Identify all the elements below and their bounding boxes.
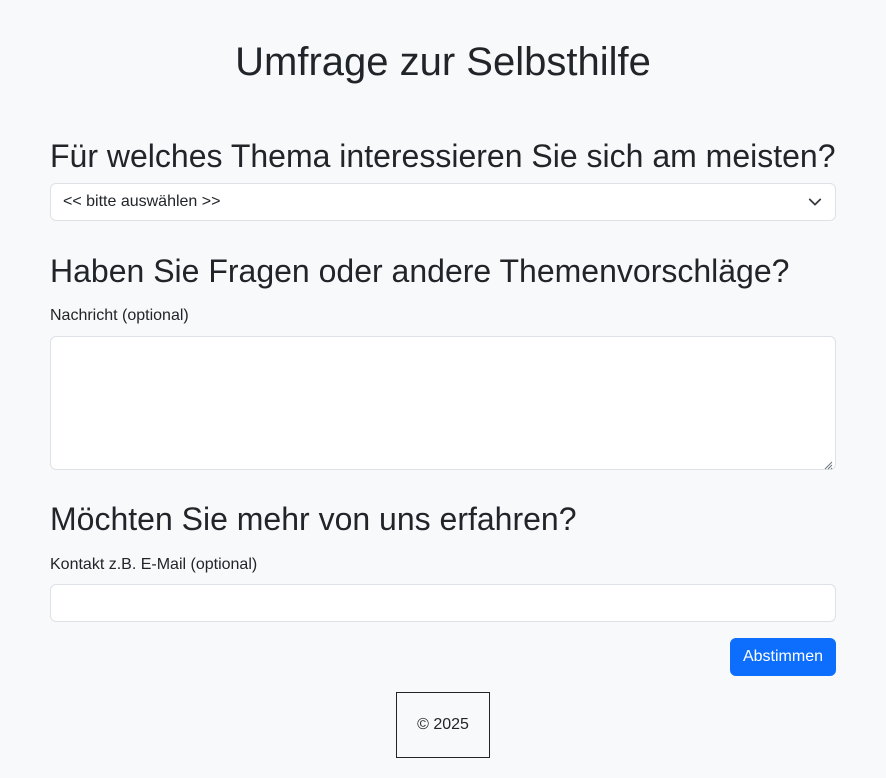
chevron-down-icon [807, 194, 823, 210]
resize-handle-icon[interactable] [823, 457, 833, 470]
contact-question-heading: Möchten Sie mehr von uns erfahren? [50, 501, 577, 537]
topic-select-value: << bitte auswählen >> [63, 193, 221, 210]
message-label: Nachricht (optional) [50, 307, 189, 324]
topic-question-heading: Für welches Thema interessieren Sie sich… [50, 138, 836, 174]
contact-input[interactable] [50, 584, 836, 622]
contact-label: Kontakt z.B. E-Mail (optional) [50, 556, 258, 573]
footer-copyright: © 2025 [417, 716, 469, 733]
message-textarea[interactable] [50, 336, 836, 470]
submit-button[interactable]: Abstimmen [730, 638, 836, 676]
footer: © 2025 [396, 692, 490, 758]
topic-select[interactable]: << bitte auswählen >> [50, 183, 836, 221]
page-title: Umfrage zur Selbsthilfe [235, 40, 651, 84]
message-question-heading: Haben Sie Fragen oder andere Themenvorsc… [50, 253, 790, 289]
